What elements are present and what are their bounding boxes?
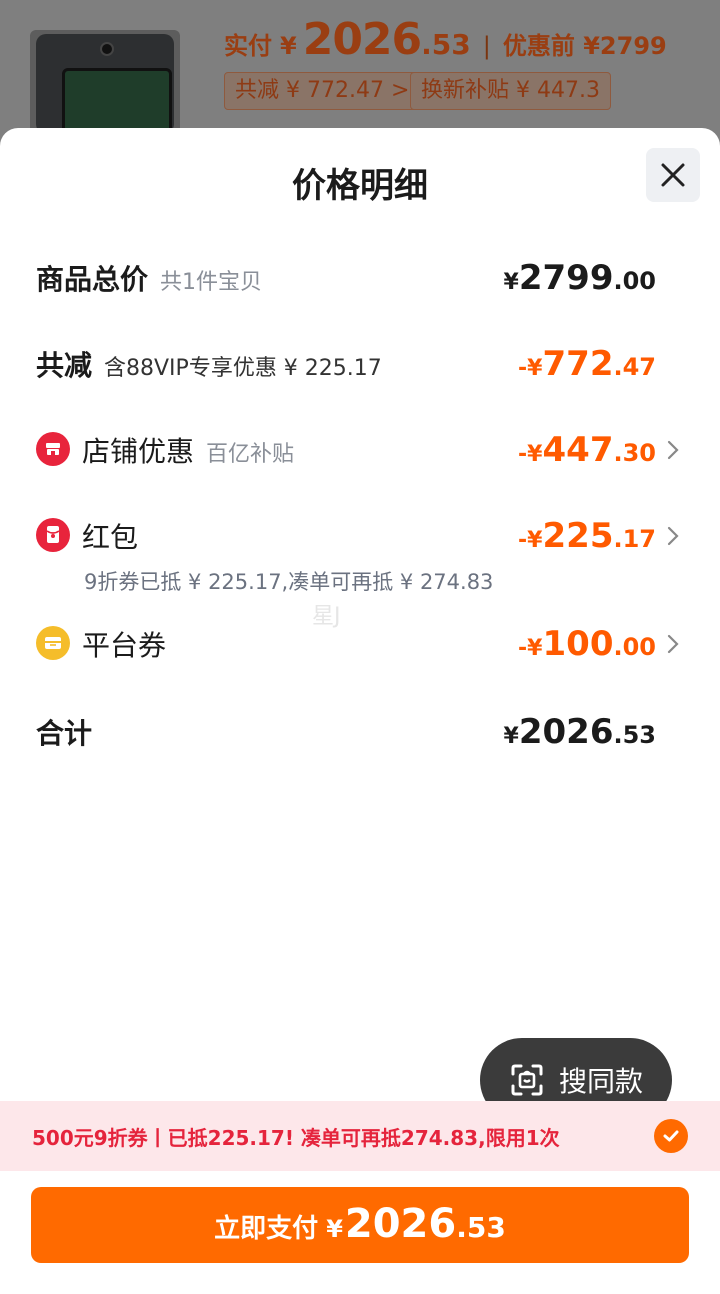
total-price-label: 商品总价 [36, 263, 149, 296]
coupon-icon [36, 626, 70, 660]
total-discount-chip[interactable]: 共减 ¥ 772.47 > [224, 72, 421, 110]
sum-label: 合计 [36, 717, 93, 750]
store-icon [36, 432, 70, 466]
separator: | [482, 32, 491, 60]
store-discount-amount: -¥ 447 .30 [518, 430, 656, 470]
scan-icon [511, 1064, 543, 1096]
red-packet-row[interactable]: 红包 -¥ 225 .17 9折券已抵 ¥ 225.17,凑单可再抵 ¥ 274… [36, 516, 684, 596]
platform-coupon-amount: -¥ 100 .00 [518, 624, 656, 664]
total-price-row: 商品总价 共1件宝贝 ¥ 2799 .00 [36, 258, 684, 302]
product-header: 实付 ¥ 2026 .53 | 优惠前 ¥2799 共减 ¥ 772.47 > … [0, 0, 720, 140]
item-count: 共1件宝贝 [160, 270, 263, 295]
page: 实付 ¥ 2026 .53 | 优惠前 ¥2799 共减 ¥ 772.47 > … [0, 0, 720, 1294]
total-discount-amount: -¥ 772 .47 [518, 344, 656, 384]
red-packet-label: 红包 [82, 521, 139, 554]
search-same-label: 搜同款 [558, 1065, 643, 1098]
header-price: 实付 ¥ 2026 .53 | 优惠前 ¥2799 [224, 14, 667, 65]
coupon-notice-bar[interactable]: 500元9折券丨已抵225.17! 凑单可再抵274.83,限用1次 [0, 1101, 720, 1171]
tradein-subsidy-chip: 换新补贴 ¥ 447.3 [410, 72, 611, 110]
vip-discount-note: 含88VIP专享优惠 ¥ 225.17 [104, 356, 382, 381]
red-packet-icon [36, 518, 70, 552]
pay-label: 实付 [224, 32, 272, 60]
pay-amount-int: 2026 [302, 14, 422, 65]
chevron-right-icon [667, 526, 679, 546]
sum-amount: ¥ 2026 .53 [503, 712, 656, 752]
product-image [30, 30, 180, 140]
coupon-selected-checkbox[interactable] [654, 1119, 688, 1153]
pay-amount-dec: .53 [421, 28, 471, 61]
store-discount-label: 店铺优惠 [82, 435, 195, 468]
close-icon [661, 163, 685, 187]
store-discount-row[interactable]: 店铺优惠 百亿补贴 -¥ 447 .30 [36, 430, 684, 474]
close-button[interactable] [646, 148, 700, 202]
chevron-right-icon [667, 634, 679, 654]
sheet-title: 价格明细 [292, 166, 428, 206]
original-price: 优惠前 ¥2799 [502, 32, 667, 60]
price-detail-sheet: 价格明细 商品总价 共1件宝贝 ¥ 2799 .00 共减 含88VIP专享优惠 ¥… [0, 128, 720, 1294]
billion-subsidy-tag: 百亿补贴 [206, 442, 295, 467]
pay-now-button[interactable]: 立即支付 ¥ 2026 .53 [31, 1187, 689, 1263]
platform-coupon-row[interactable]: 平台券 -¥ 100 .00 [36, 624, 684, 668]
sum-row: 合计 ¥ 2026 .53 [36, 712, 684, 756]
check-icon [663, 1130, 679, 1142]
red-packet-note: 9折券已抵 ¥ 225.17,凑单可再抵 ¥ 274.83 [84, 570, 494, 594]
red-packet-amount: -¥ 225 .17 [518, 516, 656, 556]
pay-now-label: 立即支付 [214, 1214, 319, 1244]
coupon-notice-text: 500元9折券丨已抵225.17! 凑单可再抵274.83,限用1次 [32, 1125, 560, 1150]
total-discount-label: 共减 [36, 349, 93, 382]
pay-now-amount-int: 2026 [344, 1201, 457, 1247]
total-discount-row: 共减 含88VIP专享优惠 ¥ 225.17 -¥ 772 .47 [36, 344, 684, 388]
platform-coupon-label: 平台券 [82, 629, 167, 662]
pay-now-amount-dec: .53 [456, 1211, 506, 1244]
currency-symbol: ¥ [280, 32, 297, 60]
total-price-amount: ¥ 2799 .00 [503, 258, 656, 298]
chevron-right-icon [667, 440, 679, 460]
